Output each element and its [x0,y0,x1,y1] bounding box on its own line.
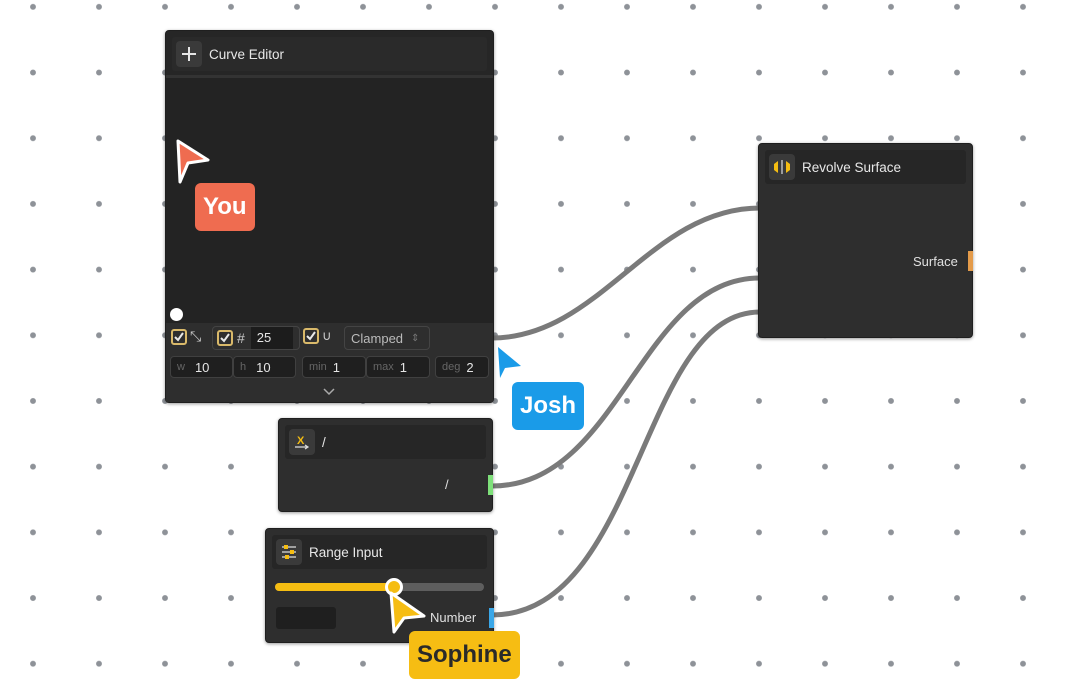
value-input[interactable] [276,607,336,629]
svg-text:X: X [297,435,305,447]
magnet-icon: ∪ [322,328,332,343]
range-input-node[interactable]: Range Input Number [265,528,494,643]
revolve-icon [769,154,795,180]
chevron-down-icon[interactable] [323,383,335,401]
height-field[interactable]: h 10 [233,356,296,378]
node-title: Curve Editor [209,46,285,62]
x-arrow-icon: X [289,429,315,455]
mode-select[interactable]: Clamped ⇕ [344,326,430,350]
cursor-label-sophine: Sophine [409,631,520,679]
slider-fill [275,583,395,591]
output-label: / [445,477,449,492]
select-arrows-icon: ⇕ [411,332,420,344]
connection-wires [491,205,761,618]
mode-select-value: Clamped [351,330,404,346]
node-title: Revolve Surface [802,159,902,175]
cursor-label-josh: Josh [512,382,585,430]
input-port-profile[interactable] [757,202,760,216]
division-header[interactable]: X / [285,425,486,459]
plus-icon[interactable] [176,41,202,67]
cursor-arrow-icon [498,347,521,378]
grid-icon: # [237,330,245,346]
output-port[interactable] [489,608,494,628]
output-port[interactable] [488,475,493,495]
sliders-icon [276,539,302,565]
cursor-josh [495,344,525,385]
range-slider[interactable] [275,578,484,596]
min-field[interactable]: min 1 [302,356,366,378]
wire-range-to-revolve[interactable] [491,309,761,618]
max-field[interactable]: max 1 [366,356,430,378]
width-field[interactable]: w 10 [170,356,233,378]
degree-field[interactable]: deg 2 [435,356,489,378]
output-label: Number [430,610,477,625]
grid-size-input[interactable]: 25 [250,327,293,349]
smooth-checkbox[interactable] [171,328,187,345]
grid-checkbox[interactable] [217,330,233,346]
curve-control-point[interactable] [170,308,183,321]
node-title: / [322,434,326,450]
revolve-surface-header[interactable]: Revolve Surface [765,150,966,184]
cursor-arrow-icon [389,591,426,634]
cursor-arrow-icon [176,139,210,184]
wire-curve-to-revolve[interactable] [491,205,761,341]
revolve-surface-node[interactable]: Revolve Surface Surface [758,143,973,338]
range-input-header[interactable]: Range Input [272,535,487,569]
curve-toolbar: ⤡ # 25 ∪ Clamped ⇕ w 10 h 10 min 1 max 1 deg… [166,323,493,402]
division-node[interactable]: X / / [278,418,493,512]
cursor-label-you: You [195,183,255,231]
output-port[interactable] [968,251,973,271]
curve-editor-header[interactable]: Curve Editor [172,37,487,71]
snap-checkbox[interactable] [303,328,319,344]
smooth-icon: ⤡ [190,328,202,344]
output-label: Surface [913,254,958,269]
node-title: Range Input [309,544,383,560]
